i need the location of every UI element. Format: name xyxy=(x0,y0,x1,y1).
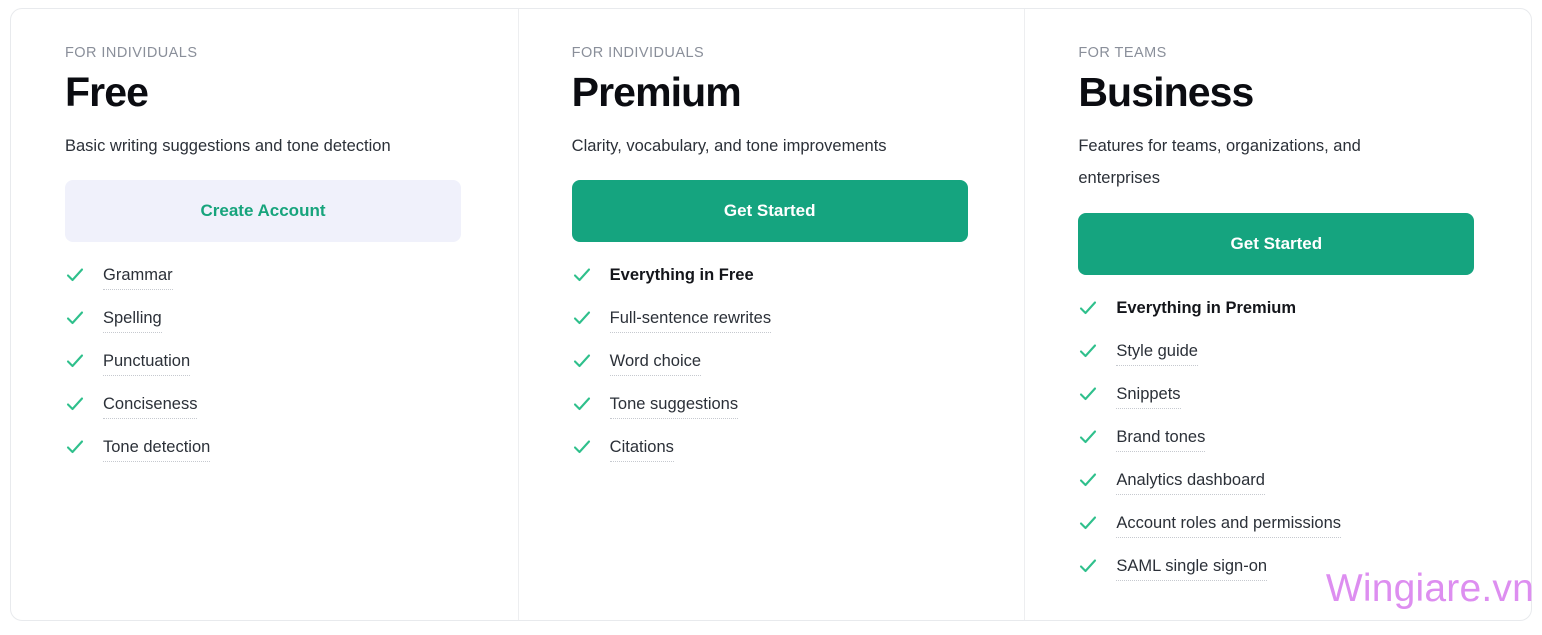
feature-item[interactable]: Grammar xyxy=(65,264,518,307)
feature-list-business: Everything in Premium Style guide Snippe… xyxy=(1078,297,1531,598)
feature-list-free: Grammar Spelling Punctuation Conciseness… xyxy=(65,264,518,479)
plan-title: Free xyxy=(65,69,149,116)
check-icon xyxy=(1078,470,1098,490)
feature-item[interactable]: Tone detection xyxy=(65,436,518,479)
feature-label: Tone detection xyxy=(103,436,211,463)
feature-label: SAML single sign-on xyxy=(1116,555,1268,581)
feature-label: Full-sentence rewrites xyxy=(609,307,772,334)
plan-description: Features for teams, organizations, and e… xyxy=(1078,137,1361,188)
check-icon xyxy=(65,265,85,285)
plan-description: Basic writing suggestions and tone detec… xyxy=(65,137,391,156)
check-icon xyxy=(572,437,592,457)
feature-label: Style guide xyxy=(1116,340,1198,366)
feature-item[interactable]: Style guide xyxy=(1078,340,1531,383)
feature-item[interactable]: Full-sentence rewrites xyxy=(572,307,1025,350)
feature-item[interactable]: Analytics dashboard xyxy=(1078,469,1531,512)
plan-column-premium: FOR INDIVIDUALS Premium Clarity, vocabul… xyxy=(517,9,1025,620)
feature-label: Everything in Free xyxy=(609,266,754,285)
feature-item[interactable]: Tone suggestions xyxy=(572,393,1025,436)
check-icon xyxy=(1078,427,1098,447)
feature-label: Tone suggestions xyxy=(609,393,739,420)
pricing-table: FOR INDIVIDUALS Free Basic writing sugge… xyxy=(10,8,1532,621)
feature-label: Word choice xyxy=(609,350,702,377)
feature-item[interactable]: SAML single sign-on xyxy=(1078,555,1531,598)
feature-label: Brand tones xyxy=(1116,426,1206,452)
feature-list-premium: Everything in Free Full-sentence rewrite… xyxy=(572,264,1025,479)
check-icon xyxy=(65,308,85,328)
feature-label: Spelling xyxy=(103,307,162,334)
feature-item[interactable]: Citations xyxy=(572,436,1025,479)
check-icon xyxy=(572,308,592,328)
feature-label: Snippets xyxy=(1116,383,1181,409)
check-icon xyxy=(1078,384,1098,404)
feature-item[interactable]: Word choice xyxy=(572,350,1025,393)
check-icon xyxy=(65,394,85,414)
feature-label: Account roles and permissions xyxy=(1116,512,1342,538)
plan-eyebrow: FOR TEAMS xyxy=(1078,45,1167,61)
check-icon xyxy=(572,351,592,371)
get-started-button-business[interactable]: Get Started xyxy=(1078,212,1475,275)
check-icon xyxy=(572,265,592,285)
feature-item[interactable]: Snippets xyxy=(1078,383,1531,426)
check-icon xyxy=(1078,513,1098,533)
check-icon xyxy=(1078,341,1098,361)
plan-eyebrow: FOR INDIVIDUALS xyxy=(571,45,705,61)
plan-eyebrow: FOR INDIVIDUALS xyxy=(65,45,198,61)
feature-label: Everything in Premium xyxy=(1116,298,1297,317)
plan-title: Premium xyxy=(571,69,742,116)
plan-title: Business xyxy=(1078,69,1254,116)
check-icon xyxy=(65,351,85,371)
feature-item: Everything in Premium xyxy=(1078,297,1531,340)
feature-label: Analytics dashboard xyxy=(1116,469,1265,495)
feature-label: Punctuation xyxy=(103,350,191,377)
feature-label: Grammar xyxy=(103,264,173,291)
check-icon xyxy=(1078,298,1098,318)
plan-column-free: FOR INDIVIDUALS Free Basic writing sugge… xyxy=(11,9,518,620)
check-icon xyxy=(572,394,592,414)
feature-item[interactable]: Brand tones xyxy=(1078,426,1531,469)
feature-item[interactable]: Account roles and permissions xyxy=(1078,512,1531,555)
feature-item[interactable]: Spelling xyxy=(65,307,518,350)
plan-column-business: FOR TEAMS Business Features for teams, o… xyxy=(1024,9,1531,620)
check-icon xyxy=(1078,556,1098,576)
create-account-button[interactable]: Create Account xyxy=(65,180,461,243)
feature-item[interactable]: Conciseness xyxy=(65,393,518,436)
feature-label: Citations xyxy=(609,436,674,463)
check-icon xyxy=(65,437,85,457)
get-started-button-premium[interactable]: Get Started xyxy=(571,180,968,243)
feature-item: Everything in Free xyxy=(572,264,1025,307)
plan-description: Clarity, vocabulary, and tone improvemen… xyxy=(571,137,887,156)
feature-item[interactable]: Punctuation xyxy=(65,350,518,393)
feature-label: Conciseness xyxy=(103,393,198,420)
